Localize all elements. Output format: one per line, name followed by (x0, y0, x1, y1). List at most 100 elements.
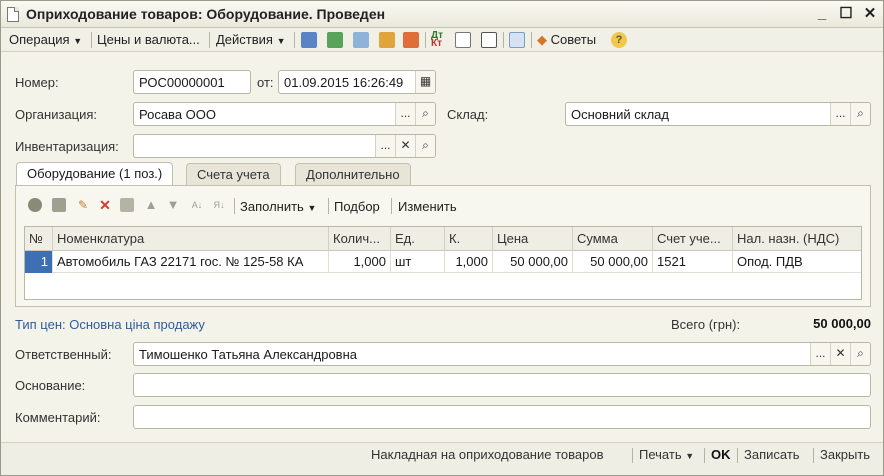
copy-row-icon[interactable] (52, 198, 66, 212)
fill-label: Заполнить (240, 199, 304, 214)
sort-asc-icon[interactable]: A↓ (190, 198, 204, 212)
select-button[interactable]: ... (810, 343, 830, 365)
print-label: Печать (639, 447, 682, 462)
cell-unit[interactable]: шт (391, 251, 445, 273)
close-button[interactable]: Закрыть (820, 447, 870, 462)
total-label: Всего (грн): (671, 317, 741, 332)
cell-price[interactable]: 50 000,00 (493, 251, 573, 273)
help-icon[interactable]: ? (611, 32, 627, 48)
cell-coefficient[interactable]: 1,000 (445, 251, 493, 273)
copy-icon[interactable] (353, 32, 369, 48)
fill-menu[interactable]: Заполнить ▼ (240, 199, 316, 214)
number-field[interactable]: РОС00000001 (133, 70, 251, 94)
responsible-value: Тимошенко Татьяна Александровна (139, 347, 357, 362)
column-header[interactable]: Ед. (391, 227, 445, 251)
column-header[interactable]: Колич... (329, 227, 391, 251)
save-button[interactable]: Записать (744, 447, 800, 462)
cell-quantity[interactable]: 1,000 (329, 251, 391, 273)
date-value: 01.09.2015 16:26:49 (284, 75, 404, 90)
tree-icon[interactable] (509, 32, 525, 48)
search-icon[interactable]: ⌕ (850, 343, 870, 365)
tab-additional[interactable]: Дополнительно (295, 163, 411, 185)
responsible-field[interactable]: Тимошенко Татьяна Александровна ... ✕ ⌕ (133, 342, 871, 366)
window-title: Оприходование товаров: Оборудование. Про… (26, 6, 386, 22)
select-button[interactable]: ... (395, 103, 415, 125)
column-header[interactable]: № (25, 227, 53, 251)
list-icon[interactable] (481, 32, 497, 48)
cell-sum[interactable]: 50 000,00 (573, 251, 653, 273)
price-type-link[interactable]: Тип цен: Основна ціна продажу (15, 317, 205, 332)
column-header[interactable]: Номенклатура (53, 227, 329, 251)
actions-label: Действия (216, 32, 273, 47)
calendar-icon[interactable]: ▦ (415, 71, 435, 93)
clear-icon[interactable]: ✕ (395, 135, 415, 157)
search-icon[interactable]: ⌕ (850, 103, 870, 125)
select-button[interactable]: ... (830, 103, 850, 125)
warehouse-field[interactable]: Основний склад ... ⌕ (565, 102, 871, 126)
close-window-button[interactable]: ✕ (861, 5, 879, 23)
tab-equipment[interactable]: Оборудование (1 поз.) (16, 162, 174, 186)
search-icon[interactable]: ⌕ (415, 135, 435, 157)
report-icon[interactable] (455, 32, 471, 48)
organization-value: Росава ООО (139, 107, 216, 122)
cell-account[interactable]: 1521 (653, 251, 733, 273)
select-button[interactable]: ... (375, 135, 395, 157)
column-header[interactable]: Цена (493, 227, 573, 251)
move-down-icon[interactable]: ▼ (166, 198, 180, 212)
dropdown-arrow-icon: ▼ (685, 451, 695, 461)
column-header[interactable]: К. (445, 227, 493, 251)
toolbar-separator (294, 32, 295, 48)
debit-credit-icon[interactable]: Дт Кт (431, 31, 447, 49)
minimize-button[interactable]: _ (813, 5, 831, 23)
dropdown-arrow-icon: ▼ (307, 203, 317, 213)
column-header[interactable]: Нал. назн. (НДС) (733, 227, 861, 251)
comment-label: Комментарий: (15, 410, 101, 425)
organization-field[interactable]: Росава ООО ... ⌕ (133, 102, 436, 126)
table-header: № Номенклатура Колич... Ед. К. Цена Сумм… (25, 227, 861, 251)
ok-button[interactable]: OK (711, 447, 731, 462)
cell-vat-purpose[interactable]: Опод. ПДВ (733, 251, 861, 273)
end-edit-icon[interactable] (120, 198, 134, 212)
bottom-separator (737, 448, 738, 463)
actions-menu[interactable]: Действия ▼ (216, 32, 286, 47)
warehouse-label: Склад: (447, 107, 489, 122)
table-row[interactable]: 1 Автомобиль ГАЗ 22171 гос. № 125-58 КА … (25, 251, 861, 273)
move-up-icon[interactable]: ▲ (144, 198, 158, 212)
bottom-bar: Накладная на оприходование товаров Печат… (1, 442, 883, 475)
selection-button[interactable]: Подбор (334, 199, 380, 214)
refresh-icon[interactable] (327, 32, 343, 48)
add-row-icon[interactable] (28, 198, 42, 212)
change-button[interactable]: Изменить (398, 199, 457, 214)
date-field[interactable]: 01.09.2015 16:26:49 ▦ (278, 70, 436, 94)
delete-row-icon[interactable]: ✕ (98, 198, 112, 212)
total-value: 50 000,00 (813, 316, 871, 331)
print-menu[interactable]: Печать ▼ (639, 447, 694, 462)
grid-toolbar-separator (391, 198, 392, 214)
document-icon (7, 7, 19, 22)
equipment-table[interactable]: № Номенклатура Колич... Ед. К. Цена Сумм… (24, 226, 862, 300)
operation-menu[interactable]: Операция ▼ (9, 32, 82, 47)
responsible-label: Ответственный: (15, 347, 112, 362)
inventory-field[interactable]: ... ✕ ⌕ (133, 134, 436, 158)
toolbar-separator (209, 32, 210, 48)
maximize-button[interactable]: ☐ (837, 5, 855, 23)
column-header[interactable]: Сумма (573, 227, 653, 251)
tab-accounts[interactable]: Счета учета (186, 163, 281, 185)
clear-icon[interactable]: ✕ (830, 343, 850, 365)
search-icon[interactable]: ⌕ (415, 103, 435, 125)
post-icon[interactable] (301, 32, 317, 48)
dropdown-arrow-icon: ▼ (276, 36, 286, 46)
based-on-icon[interactable] (379, 32, 395, 48)
comment-field[interactable] (133, 405, 871, 429)
edit-row-icon[interactable]: ✎ (76, 198, 90, 212)
tips-button[interactable]: ◆ Советы (537, 32, 596, 48)
column-header[interactable]: Счет уче... (653, 227, 733, 251)
prices-currency-button[interactable]: Цены и валюта... (97, 32, 200, 47)
basis-field[interactable] (133, 373, 871, 397)
title-bar: Оприходование товаров: Оборудование. Про… (1, 1, 883, 28)
sort-desc-icon[interactable]: Я↓ (212, 198, 226, 212)
invoice-button[interactable]: Накладная на оприходование товаров (371, 447, 603, 462)
structure-icon[interactable] (403, 32, 419, 48)
cell-nomenclature[interactable]: Автомобиль ГАЗ 22171 гос. № 125-58 КА (53, 251, 329, 273)
document-window: Оприходование товаров: Оборудование. Про… (0, 0, 884, 476)
